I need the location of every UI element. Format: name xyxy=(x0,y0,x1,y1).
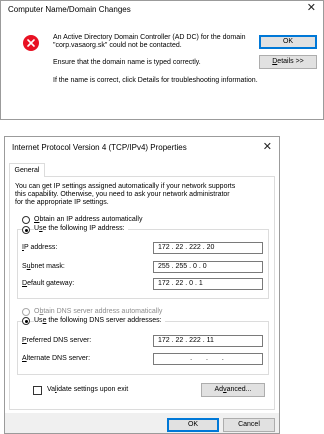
error-dialog: Computer Name/Domain Changes ✕ An Active… xyxy=(0,0,324,120)
obtain-dns-auto-radio[interactable] xyxy=(22,308,30,316)
preferred-dns-label: Preferred DNS server: xyxy=(22,337,92,344)
alternate-dns-value: . . . xyxy=(190,355,230,362)
advanced-button[interactable]: Advanced... xyxy=(201,383,265,397)
alternate-dns-label: Alternate DNS server: xyxy=(22,355,91,362)
error-message-hint: Ensure that the domain name is typed cor… xyxy=(53,59,201,66)
error-message-details: If the name is correct, click Details fo… xyxy=(53,77,258,84)
validate-label[interactable]: Validate settings upon exit xyxy=(47,386,128,393)
use-following-ip-radio[interactable] xyxy=(22,226,30,234)
obtain-dns-auto-label[interactable]: Obtain DNS server address automatically xyxy=(34,308,162,315)
error-dialog-titlebar: Computer Name/Domain Changes ✕ xyxy=(1,1,323,19)
gateway-field[interactable]: 172 . 22 . 0 . 1 xyxy=(153,278,263,290)
error-icon xyxy=(23,35,39,51)
subnet-label: Subnet mask: xyxy=(22,263,65,270)
details-button[interactable]: Details >> xyxy=(259,55,317,69)
ok-button[interactable]: OK xyxy=(167,418,219,432)
ipv4-dialog: Internet Protocol Version 4 (TCP/IPv4) P… xyxy=(4,136,280,434)
intro-line3: for the appropriate IP settings. xyxy=(15,199,109,206)
error-message-line1: An Active Directory Domain Controller (A… xyxy=(53,34,246,41)
error-ok-button[interactable]: OK xyxy=(259,35,317,49)
ip-address-field[interactable]: 172 . 22 . 222 . 20 xyxy=(153,242,263,254)
ipv4-dialog-titlebar: Internet Protocol Version 4 (TCP/IPv4) P… xyxy=(5,137,279,159)
obtain-ip-auto-label[interactable]: Obtain an IP address automatically xyxy=(34,216,142,223)
close-icon[interactable]: ✕ xyxy=(263,142,272,153)
error-message-line2: "corp.vasaorg.sk" could not be contacted… xyxy=(53,42,182,49)
gateway-label: Default gateway: xyxy=(22,280,75,287)
use-following-dns-radio[interactable] xyxy=(22,317,30,325)
alternate-dns-field[interactable]: . . . xyxy=(153,353,263,365)
validate-checkbox[interactable] xyxy=(33,386,42,395)
cancel-button[interactable]: Cancel xyxy=(223,418,275,432)
use-following-ip-label[interactable]: Use the following IP address: xyxy=(34,225,128,232)
tab-general-label: General xyxy=(14,167,40,174)
intro-line1: You can get IP settings assigned automat… xyxy=(15,183,236,190)
intro-line2: this capability. Otherwise, you need to … xyxy=(15,191,230,198)
tab-general[interactable]: General xyxy=(9,163,45,177)
obtain-ip-auto-radio[interactable] xyxy=(22,216,30,224)
error-dialog-title: Computer Name/Domain Changes xyxy=(8,5,131,14)
use-following-dns-label[interactable]: Use the following DNS server addresses: xyxy=(34,317,165,324)
preferred-dns-field[interactable]: 172 . 22 . 222 . 11 xyxy=(153,335,263,347)
ipv4-dialog-title: Internet Protocol Version 4 (TCP/IPv4) P… xyxy=(12,143,187,152)
subnet-field[interactable]: 255 . 255 . 0 . 0 xyxy=(153,261,263,273)
close-icon[interactable]: ✕ xyxy=(307,3,316,14)
ip-address-label: IP address: xyxy=(22,244,58,251)
dns-group xyxy=(17,321,269,375)
